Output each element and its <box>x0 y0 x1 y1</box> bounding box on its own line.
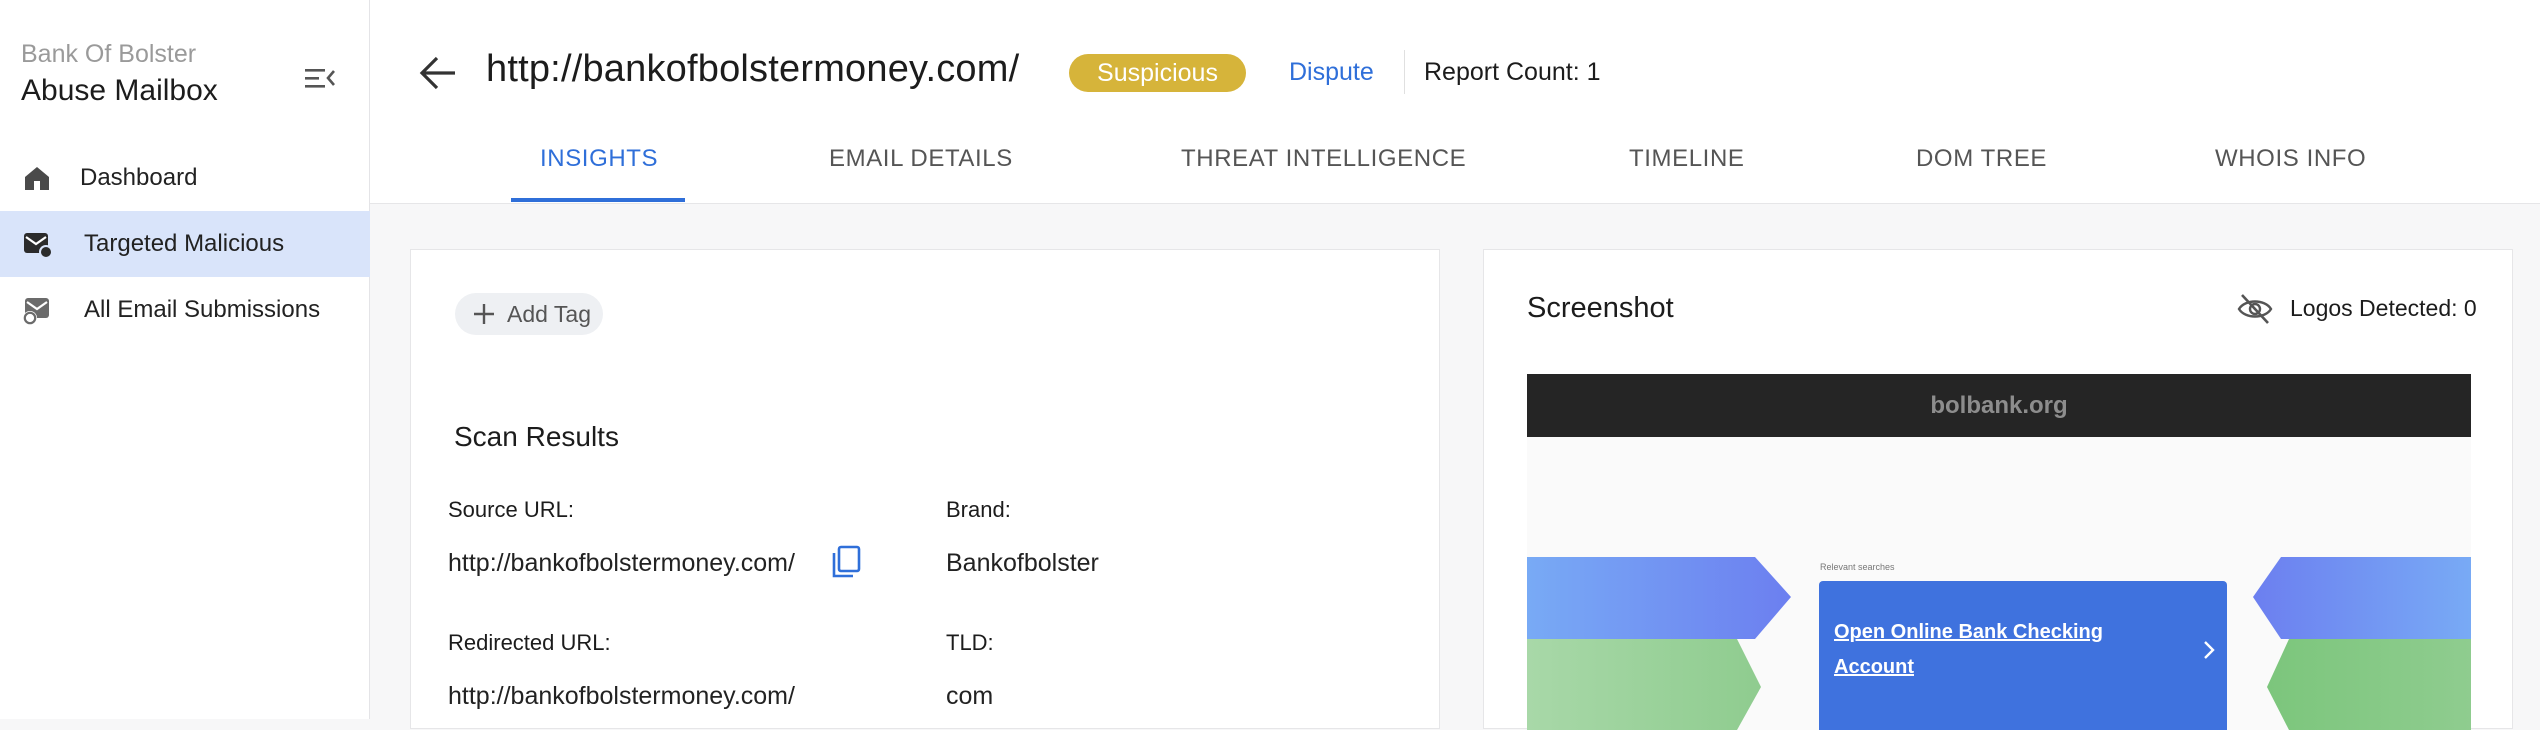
promo-link-text: Open Online Bank Checking Account <box>1834 621 2103 678</box>
add-tag-button[interactable]: Add Tag <box>455 293 603 335</box>
logos-detected: Logos Detected: 0 <box>2290 295 2477 321</box>
add-tag-label: Add Tag <box>507 300 591 327</box>
scan-results-card: Add Tag Scan Results Source URL: http://… <box>410 249 1440 729</box>
sidebar-item-label: All Email Submissions <box>84 296 321 323</box>
active-tab-indicator <box>511 198 685 202</box>
eye-off-icon <box>2236 292 2274 326</box>
brand-title: Abuse Mailbox <box>21 74 218 107</box>
sidebar-item-all-email-submissions[interactable]: All Email Submissions <box>0 277 370 343</box>
sidebar-item-label: Dashboard <box>80 164 198 191</box>
tld-label: TLD: <box>946 630 994 655</box>
scan-results-title: Scan Results <box>454 421 619 452</box>
collapse-sidebar-icon[interactable] <box>303 62 337 94</box>
mail-submission-icon <box>21 294 53 326</box>
tab-whois-info[interactable]: WHOIS INFO <box>2215 145 2366 173</box>
tld-value: com <box>946 682 994 710</box>
sidebar-item-dashboard[interactable]: Dashboard <box>0 145 370 211</box>
promo-link-card: Open Online Bank Checking Account <box>1819 581 2227 730</box>
page-header: http://bankofbolstermoney.com/ Suspiciou… <box>370 0 2540 204</box>
tab-timeline[interactable]: TIMELINE <box>1629 145 1744 173</box>
redirected-url-value: http://bankofbolstermoney.com/ <box>448 682 795 710</box>
chevron-right-icon <box>2202 639 2216 661</box>
tab-threat-intelligence[interactable]: THREAT INTELLIGENCE <box>1181 145 1466 173</box>
home-icon <box>21 162 53 194</box>
brand-subtitle: Bank Of Bolster <box>21 40 197 68</box>
copy-icon[interactable] <box>829 544 863 580</box>
report-count: Report Count: 1 <box>1424 58 1601 86</box>
header-divider <box>1404 50 1405 94</box>
tab-dom-tree[interactable]: DOM TREE <box>1916 145 2047 173</box>
mail-alert-icon <box>21 228 53 260</box>
dispute-link[interactable]: Dispute <box>1289 58 1374 87</box>
status-badge: Suspicious <box>1069 54 1246 92</box>
tab-email-details[interactable]: EMAIL DETAILS <box>829 145 1013 173</box>
plus-icon <box>473 303 495 325</box>
screenshot-title: Screenshot <box>1527 292 1674 324</box>
source-url-value: http://bankofbolstermoney.com/ <box>448 549 795 577</box>
tab-insights[interactable]: INSIGHTS <box>540 145 658 173</box>
back-arrow-icon[interactable] <box>417 52 459 94</box>
site-screenshot-preview: bolbank.org Relevant searches Open Onlin… <box>1527 374 2471 730</box>
relevant-searches-label: Relevant searches <box>1820 562 1895 572</box>
preview-domain-bar: bolbank.org <box>1527 374 2471 437</box>
brand-label: Brand: <box>946 497 1011 522</box>
source-url-label: Source URL: <box>448 497 574 522</box>
screenshot-card: Screenshot Logos Detected: 0 bolbank.org <box>1483 249 2513 730</box>
sidebar-item-label: Targeted Malicious <box>84 230 285 257</box>
redirected-url-label: Redirected URL: <box>448 630 611 655</box>
brand-value: Bankofbolster <box>946 549 1099 577</box>
page-title-url: http://bankofbolstermoney.com/ <box>486 48 1020 90</box>
sidebar: Bank Of Bolster Abuse Mailbox Dashboard <box>0 0 370 719</box>
sidebar-item-targeted-malicious[interactable]: Targeted Malicious <box>0 211 370 277</box>
